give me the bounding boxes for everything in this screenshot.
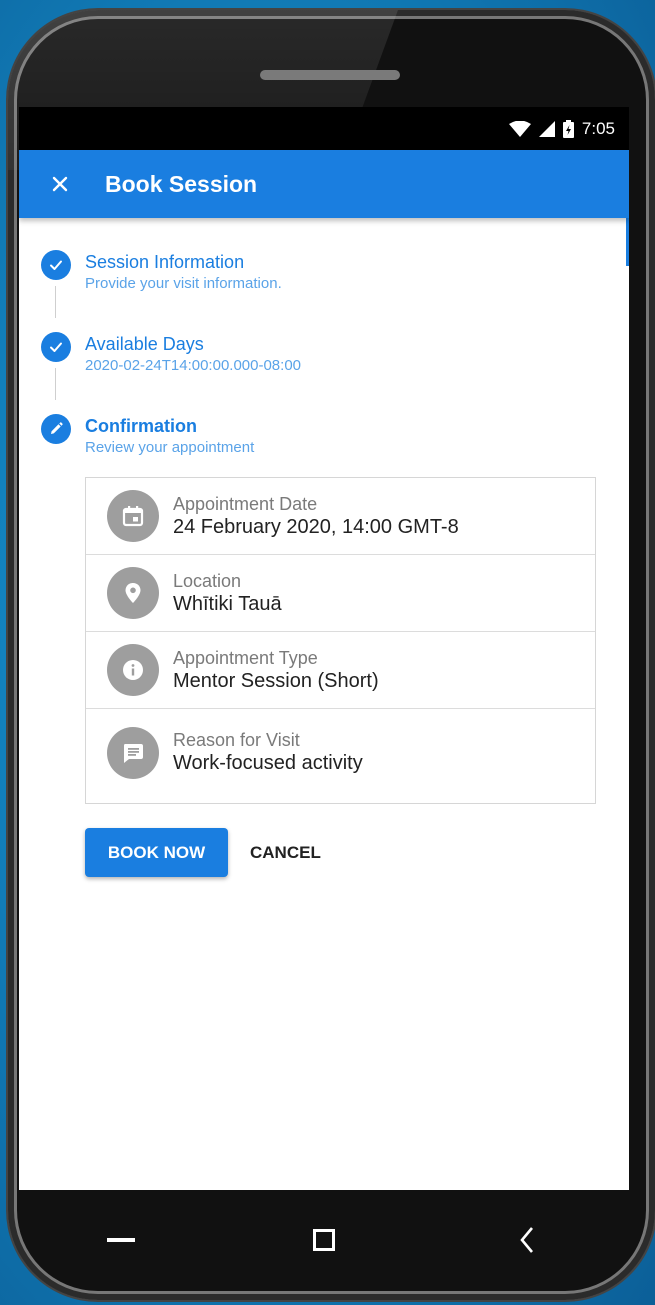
- row-label: Location: [173, 570, 242, 591]
- step-available-days[interactable]: Available Days 2020-02-24T14:00:00.000-0…: [19, 320, 629, 402]
- check-icon: [50, 342, 62, 352]
- step-title: Session Information: [85, 252, 245, 272]
- page-title: Book Session: [105, 170, 258, 197]
- earpiece-speaker: [260, 70, 400, 80]
- square-icon: [312, 1229, 335, 1251]
- status-time: 7:05: [581, 118, 615, 138]
- close-button[interactable]: [47, 171, 73, 197]
- step-complete-badge: [41, 332, 71, 362]
- step-connector: [55, 286, 56, 318]
- close-icon: [52, 176, 68, 192]
- row-label: Reason for Visit: [173, 730, 300, 750]
- message-icon: [107, 726, 159, 779]
- stepper: Session Information Provide your visit i…: [19, 218, 629, 484]
- wifi-icon: [508, 120, 531, 137]
- app-bar: Book Session: [19, 150, 629, 218]
- step-connector: [55, 368, 56, 400]
- row-label: Appointment Type: [173, 647, 318, 668]
- list-item-reason-for-visit: Reason for Visit Work-focused activity: [86, 709, 595, 796]
- appointment-summary-card: Appointment Date 24 February 2020, 14:00…: [85, 477, 596, 804]
- check-icon: [50, 260, 62, 270]
- calendar-icon: [107, 490, 159, 542]
- row-value: Whītiki Tauā: [173, 592, 282, 615]
- system-nav-bar: [19, 1190, 629, 1290]
- list-item-appointment-date: Appointment Date 24 February 2020, 14:00…: [86, 478, 595, 555]
- list-item-appointment-type: Appointment Type Mentor Session (Short): [86, 632, 595, 709]
- step-active-badge: [41, 414, 71, 444]
- book-now-button[interactable]: BOOK NOW: [85, 828, 228, 877]
- step-title: Confirmation: [85, 416, 197, 436]
- step-title: Available Days: [85, 334, 204, 354]
- edit-icon: [51, 422, 63, 434]
- location-icon: [107, 567, 159, 619]
- minus-icon: [106, 1238, 135, 1242]
- action-bar: BOOK NOW CANCEL: [85, 828, 321, 877]
- signal-icon: [538, 120, 555, 137]
- battery-icon: [562, 119, 574, 138]
- recent-apps-button[interactable]: [91, 1210, 151, 1270]
- step-confirmation[interactable]: Confirmation Review your appointment: [19, 402, 629, 484]
- status-bar: 7:05: [19, 107, 629, 150]
- back-button[interactable]: [497, 1210, 557, 1270]
- row-value: Work-focused activity: [173, 752, 363, 774]
- chevron-left-icon: [520, 1227, 534, 1253]
- step-subtitle: Provide your visit information.: [85, 275, 282, 292]
- step-subtitle: Review your appointment: [85, 439, 255, 456]
- row-label: Appointment Date: [173, 493, 318, 514]
- step-session-information[interactable]: Session Information Provide your visit i…: [19, 238, 629, 320]
- info-icon: [107, 644, 159, 696]
- app-screen: 7:05 Book Session Session Information Pr…: [19, 107, 629, 1190]
- row-value: 24 February 2020, 14:00 GMT-8: [173, 515, 459, 538]
- cancel-button[interactable]: CANCEL: [250, 843, 321, 863]
- home-button[interactable]: [294, 1210, 354, 1270]
- step-complete-badge: [41, 250, 71, 280]
- row-value: Mentor Session (Short): [173, 669, 379, 692]
- list-item-location: Location Whītiki Tauā: [86, 555, 595, 632]
- step-subtitle: 2020-02-24T14:00:00.000-08:00: [85, 357, 302, 374]
